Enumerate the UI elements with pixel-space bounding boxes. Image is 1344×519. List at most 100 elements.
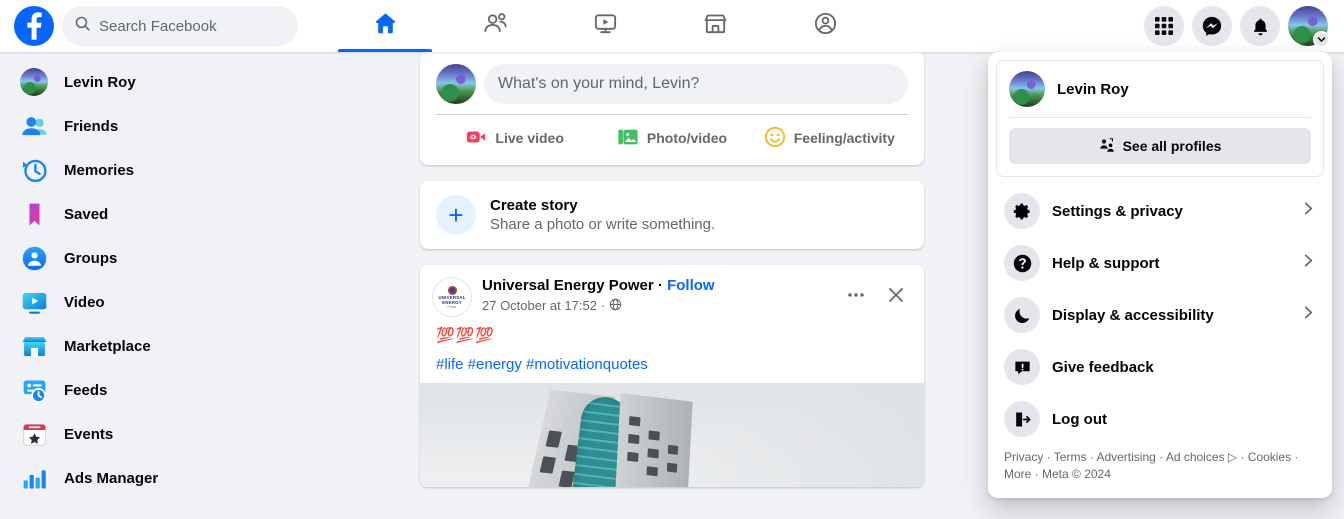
sidebar-item-saved[interactable]: Saved [8,192,360,236]
post-timestamp[interactable]: 27 October at 17:52 [482,298,597,313]
bell-icon[interactable] [1240,6,1280,46]
chevron-down-icon [1313,31,1330,48]
composer-top-row: What's on your mind, Levin? [436,64,908,104]
chevron-right-icon [1301,201,1316,221]
post-emoji-text: 💯💯💯 [436,327,496,344]
menu-item-give-feedback[interactable]: Give feedback [996,341,1324,393]
sidebar-item-marketplace[interactable]: Marketplace [8,324,360,368]
post-header-buttons [840,277,912,311]
post-photo-building-icon[interactable] [420,383,924,487]
left-sidebar: Levin Roy Friends Memories Saved Groups … [0,52,360,519]
composer-divider [436,114,908,115]
messenger-icon[interactable] [1192,6,1232,46]
feedback-icon [1004,349,1040,385]
feeling-activity-button[interactable]: Feeling/activity [751,119,908,157]
home-icon [372,10,399,42]
composer-input[interactable]: What's on your mind, Levin? [484,64,908,104]
post-composer-card: What's on your mind, Levin? Live video P… [420,52,924,165]
dropdown-profile-row[interactable]: Levin Roy [1009,71,1311,117]
top-navigation-bar: Search Facebook [0,0,1344,52]
dropdown-footer-links[interactable]: Privacy · Terms · Advertising · Ad choic… [996,445,1324,490]
photo-video-button[interactable]: Photo/video [593,119,750,157]
chevron-right-icon [1301,305,1316,325]
page-logo-icon[interactable]: UNIVERSAL ENERGY Power [432,277,472,317]
sidebar-item-memories[interactable]: Memories [8,148,360,192]
sidebar-item-label: Saved [64,205,109,223]
sidebar-item-label: Groups [64,249,118,267]
create-story-card[interactable]: + Create story Share a photo or write so… [420,181,924,249]
create-story-title: Create story [490,197,578,214]
post-hashtags[interactable]: #life #energy #motivationquotes [436,356,908,373]
nav-tab-groups[interactable] [770,0,880,52]
gear-icon [1004,193,1040,229]
live-video-icon [465,126,487,151]
see-all-profiles-label: See all profiles [1122,138,1222,154]
nav-tab-marketplace[interactable] [660,0,770,52]
sidebar-item-events[interactable]: Events [8,412,360,456]
nav-tab-video[interactable] [550,0,660,52]
post-author-row: Universal Energy Power · Follow [482,277,715,296]
friends-icon [482,10,509,42]
facebook-logo-icon[interactable] [14,6,54,46]
live-video-button[interactable]: Live video [436,119,593,157]
post-header-text: Universal Energy Power · Follow 27 Octob… [482,277,715,314]
primary-nav-tabs [330,0,1144,52]
create-story-subtitle: Share a photo or write something. [490,216,716,233]
nav-tab-home[interactable] [330,0,440,52]
post-author-name[interactable]: Universal Energy Power [482,277,654,294]
photo-video-icon [617,126,639,151]
sidebar-item-label: Events [64,425,114,443]
sidebar-item-friends[interactable]: Friends [8,104,360,148]
post-meta-row: 27 October at 17:52 · [482,298,715,314]
video-play-icon [16,284,52,320]
feeds-icon [16,372,52,408]
feeling-activity-icon [764,126,786,151]
see-all-profiles-icon [1099,137,1115,156]
main-feed: What's on your mind, Levin? Live video P… [420,52,924,503]
post-header: UNIVERSAL ENERGY Power Universal Energy … [420,265,924,317]
page-logo-emblem [447,285,457,295]
search-placeholder: Search Facebook [99,17,217,35]
post-photo-building-right [615,392,693,487]
post-meta-separator: · [600,298,606,314]
composer-action-label: Feeling/activity [793,130,895,146]
user-avatar-icon[interactable] [436,64,476,104]
sidebar-item-ads-manager[interactable]: Ads Manager [8,456,360,500]
more-options-icon[interactable] [840,279,872,311]
sidebar-item-feeds[interactable]: Feeds [8,368,360,412]
globe-icon [609,298,622,314]
events-calendar-icon [16,416,52,452]
menu-item-display-accessibility[interactable]: Display & accessibility [996,289,1324,341]
search-input[interactable]: Search Facebook [62,6,298,46]
header-actions-group [1144,6,1344,48]
menu-item-label: Log out [1052,410,1107,428]
grid-menu-icon[interactable] [1144,6,1184,46]
composer-action-label: Live video [495,130,564,146]
account-avatar-button[interactable] [1288,6,1330,48]
post-separator: · [657,277,663,294]
header-left-group: Search Facebook [0,6,330,46]
menu-item-label: Settings & privacy [1052,202,1183,220]
search-icon [74,15,91,37]
marketplace-icon [702,10,729,42]
menu-item-settings-privacy[interactable]: Settings & privacy [996,185,1324,237]
sidebar-item-label: Video [64,293,105,311]
nav-tab-friends[interactable] [440,0,550,52]
menu-item-help-support[interactable]: Help & support [996,237,1324,289]
see-all-profiles-button[interactable]: See all profiles [1009,128,1311,164]
menu-item-label: Help & support [1052,254,1160,272]
close-icon[interactable] [880,279,912,311]
menu-item-log-out[interactable]: Log out [996,393,1324,445]
composer-action-label: Photo/video [646,130,728,146]
feed-post-card: UNIVERSAL ENERGY Power Universal Energy … [420,265,924,487]
composer-actions: Live video Photo/video Feeling/activity [436,119,908,157]
logout-icon [1004,401,1040,437]
sidebar-item-video[interactable]: Video [8,280,360,324]
user-avatar-icon [1009,71,1045,107]
video-icon [592,10,619,42]
post-follow-link[interactable]: Follow [667,277,715,294]
question-mark-icon [1004,245,1040,281]
page-logo-line3: Power [447,304,457,309]
sidebar-item-levin-roy[interactable]: Levin Roy [8,60,360,104]
sidebar-item-groups[interactable]: Groups [8,236,360,280]
